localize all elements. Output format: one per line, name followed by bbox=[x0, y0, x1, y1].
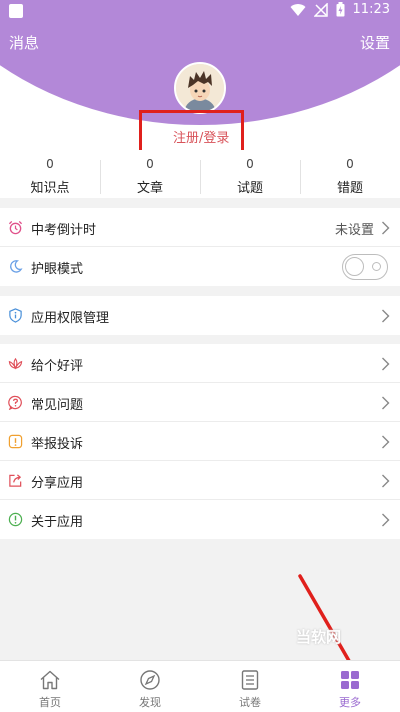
tab-papers[interactable]: 试卷 bbox=[200, 661, 300, 712]
menu-item-report[interactable]: 举报投诉 bbox=[0, 422, 400, 461]
chevron-right-icon bbox=[382, 309, 390, 323]
tab-discover[interactable]: 发现 bbox=[100, 661, 200, 712]
stat-label: 错题 bbox=[336, 181, 363, 196]
toggle-off-indicator bbox=[372, 262, 381, 271]
question-icon bbox=[8, 395, 22, 410]
watermark: 当软网 bbox=[296, 628, 342, 646]
settings-button[interactable]: 设置 bbox=[360, 32, 390, 53]
home-icon bbox=[40, 670, 60, 690]
stat-value: 0 bbox=[146, 157, 154, 171]
warning-icon bbox=[8, 434, 23, 449]
chevron-right-icon bbox=[382, 435, 390, 449]
menu-item-eye-care: 护眼模式 bbox=[0, 247, 400, 286]
menu-group-about: 给个好评 常见问题 举报投诉 分享应用 关于应用 bbox=[0, 344, 400, 539]
chevron-right-icon bbox=[382, 396, 390, 410]
menu-item-label: 护眼模式 bbox=[31, 262, 84, 277]
menu-group-settings: 中考倒计时 未设置 护眼模式 bbox=[0, 208, 400, 286]
wifi-icon bbox=[290, 3, 306, 16]
menu-item-share[interactable]: 分享应用 bbox=[0, 461, 400, 500]
stat-questions[interactable]: 0 试题 bbox=[200, 150, 300, 198]
notification-icon bbox=[9, 4, 23, 18]
stat-label: 文章 bbox=[136, 181, 163, 196]
status-bar: 11:23 bbox=[0, 0, 400, 24]
alarm-clock-icon bbox=[8, 220, 23, 235]
shield-info-icon bbox=[9, 308, 22, 323]
register-login-link[interactable]: 注册/登录 bbox=[173, 127, 229, 146]
menu-item-label: 中考倒计时 bbox=[31, 223, 97, 238]
menu-item-about[interactable]: 关于应用 bbox=[0, 500, 400, 539]
paper-icon bbox=[241, 670, 259, 690]
stat-knowledge-points[interactable]: 0 知识点 bbox=[0, 150, 100, 198]
chevron-right-icon bbox=[382, 513, 390, 527]
grid-icon bbox=[341, 671, 359, 689]
tab-home[interactable]: 首页 bbox=[0, 661, 100, 712]
chevron-right-icon bbox=[382, 357, 390, 371]
stat-value: 0 bbox=[346, 157, 354, 171]
menu-item-rate-app[interactable]: 给个好评 bbox=[0, 344, 400, 383]
menu-item-label: 关于应用 bbox=[31, 515, 84, 530]
menu-item-label: 分享应用 bbox=[31, 476, 84, 491]
tab-label: 发现 bbox=[139, 696, 161, 709]
tab-label: 首页 bbox=[39, 696, 61, 709]
menu-item-permissions[interactable]: 应用权限管理 bbox=[0, 296, 400, 335]
share-icon bbox=[9, 474, 22, 487]
stat-articles[interactable]: 0 文章 bbox=[100, 150, 200, 198]
stat-wrong-questions[interactable]: 0 错题 bbox=[300, 150, 400, 198]
tab-label: 试卷 bbox=[239, 696, 261, 709]
toggle-knob bbox=[345, 257, 364, 276]
menu-item-label: 给个好评 bbox=[31, 359, 84, 374]
stat-label: 试题 bbox=[236, 181, 263, 196]
menu-item-faq[interactable]: 常见问题 bbox=[0, 383, 400, 422]
stat-label: 知识点 bbox=[30, 181, 70, 196]
stats-bar: 0 知识点 0 文章 0 试题 0 错题 bbox=[0, 150, 400, 198]
menu-item-label: 应用权限管理 bbox=[31, 311, 110, 326]
tab-label: 更多 bbox=[339, 696, 361, 709]
status-time: 11:23 bbox=[352, 2, 390, 17]
lotus-icon bbox=[8, 357, 23, 370]
menu-item-label: 常见问题 bbox=[31, 398, 84, 413]
moon-icon bbox=[10, 260, 23, 273]
bottom-tab-bar: 首页 发现 试卷 更多 bbox=[0, 660, 400, 712]
eye-care-toggle[interactable] bbox=[342, 254, 388, 280]
stat-value: 0 bbox=[46, 157, 54, 171]
menu-item-label: 举报投诉 bbox=[31, 437, 84, 452]
battery-icon bbox=[336, 2, 345, 17]
info-icon bbox=[8, 512, 23, 527]
countdown-value: 未设置 bbox=[334, 223, 374, 238]
chevron-right-icon bbox=[382, 474, 390, 488]
avatar[interactable] bbox=[174, 62, 226, 114]
stat-value: 0 bbox=[246, 157, 254, 171]
profile-header: 11:23 消息 设置 注册/登录 bbox=[0, 0, 400, 150]
menu-group-permissions: 应用权限管理 bbox=[0, 296, 400, 335]
menu-item-exam-countdown[interactable]: 中考倒计时 未设置 bbox=[0, 208, 400, 247]
tab-more[interactable]: 更多 bbox=[300, 661, 400, 712]
messages-button[interactable]: 消息 bbox=[9, 32, 39, 53]
compass-icon bbox=[140, 670, 160, 690]
signal-off-icon bbox=[313, 2, 328, 17]
chevron-right-icon bbox=[382, 221, 390, 235]
